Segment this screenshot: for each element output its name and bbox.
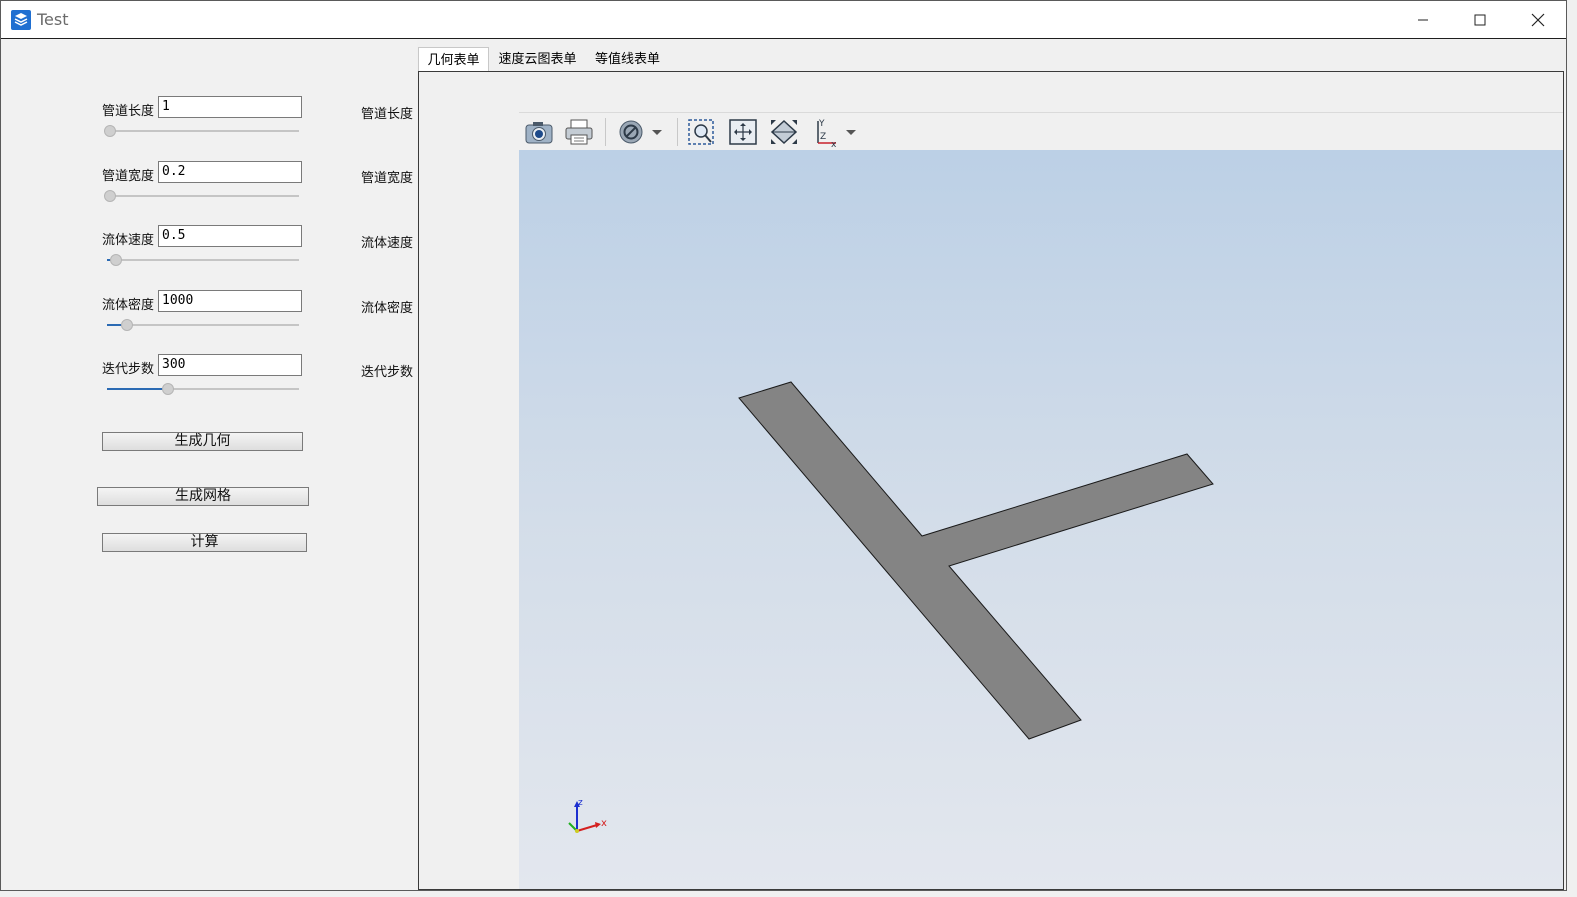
tab-isoline-form[interactable]: 等值线表单 [591,47,664,72]
pipe-length-label: 管道长度 [102,104,155,119]
iteration-steps-label: 迭代步数 [102,362,155,377]
close-icon [1531,13,1545,26]
orientation-axes-icon: z x [568,798,607,833]
close-button[interactable] [1509,1,1567,38]
form-label-pipe-width: 管道宽度 [361,171,414,186]
reset-view-icon[interactable] [768,117,800,147]
tab-velocity-contour-form[interactable]: 速度云图表单 [495,47,580,72]
t-pipe-geometry [738,381,1214,740]
pipe-length-slider[interactable] [104,124,299,138]
slider-handle[interactable] [104,190,116,202]
form-label-iteration-steps: 迭代步数 [361,365,414,380]
viewport-canvas [738,381,1214,740]
fit-all-icon[interactable] [727,117,759,147]
slider-handle[interactable] [104,125,116,137]
slider-handle[interactable] [161,383,174,395]
slider-handle[interactable] [109,254,122,266]
print-icon[interactable] [563,117,595,147]
view-axis-icon[interactable]: Y Z x [810,117,860,147]
zoom-box-icon[interactable] [686,117,718,147]
slider-handle[interactable] [121,319,134,331]
window-title: Test [37,10,69,29]
fluid-density-label: 流体密度 [102,298,155,313]
svg-text:Y: Y [818,119,825,129]
viewer-toolbar: Y Z x [519,112,1563,152]
camera-icon[interactable] [523,117,555,147]
generate-geometry-button[interactable]: 生成几何 [102,432,303,451]
fluid-density-input[interactable]: 1000 [158,290,302,312]
svg-text:x: x [831,140,837,147]
iteration-steps-slider[interactable] [107,382,299,396]
fluid-velocity-label: 流体速度 [102,233,155,248]
app-window: Test 管道长度 1 管道宽度 0.2 流体速度 0.5 流体密度 1000 … [0,0,1567,891]
svg-text:Z: Z [820,132,826,142]
app-icon [11,10,31,30]
pipe-length-input[interactable]: 1 [158,96,302,118]
axis-z-label: z [578,798,583,808]
form-label-fluid-density: 流体密度 [361,301,414,316]
compute-button[interactable]: 计算 [102,533,307,552]
toolbar-separator [677,118,678,146]
pipe-width-slider[interactable] [104,189,299,203]
form-label-fluid-velocity: 流体速度 [361,236,414,251]
visibility-icon[interactable] [616,117,666,147]
title-bar: Test [1,1,1566,39]
3d-viewport[interactable]: z x [519,150,1563,889]
generate-mesh-button[interactable]: 生成网格 [97,487,309,506]
axis-x-label: x [601,818,607,829]
fluid-velocity-input[interactable]: 0.5 [158,225,302,247]
form-label-pipe-length: 管道长度 [361,107,414,122]
pipe-width-input[interactable]: 0.2 [158,161,302,183]
maximize-button[interactable] [1451,1,1509,38]
fluid-density-slider[interactable] [107,318,299,332]
tab-geometry-form[interactable]: 几何表单 [418,47,489,73]
parameter-panel: 管道长度 1 管道宽度 0.2 流体速度 0.5 流体密度 1000 迭代步数 … [2,39,417,890]
pipe-width-label: 管道宽度 [102,169,155,184]
fluid-velocity-slider[interactable] [107,253,299,267]
minimize-button[interactable] [1394,1,1452,38]
toolbar-separator [605,118,606,146]
minimize-icon [1418,19,1428,20]
iteration-steps-input[interactable]: 300 [158,354,302,376]
maximize-icon [1474,14,1486,25]
